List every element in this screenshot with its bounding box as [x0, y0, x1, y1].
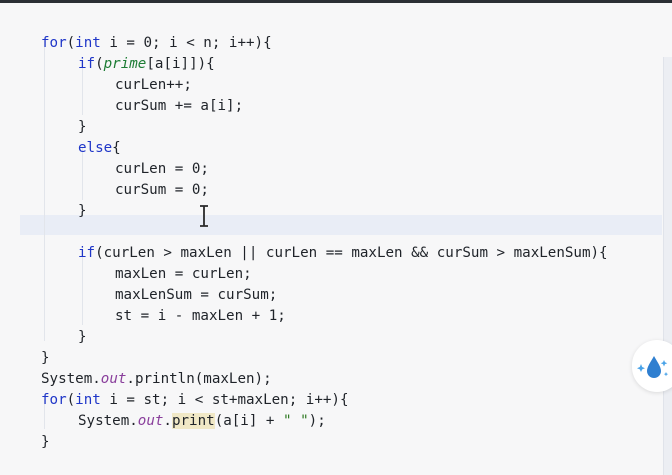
code-line[interactable]: curLen++;	[115, 75, 192, 96]
code-line[interactable]: }	[78, 117, 87, 138]
code-token: }	[41, 350, 50, 366]
code-line[interactable]: System.out.print(a[i] + " ");	[78, 411, 326, 432]
code-line[interactable]: curSum = 0;	[115, 180, 209, 201]
code-token: .	[163, 413, 172, 429]
code-token: (	[95, 56, 104, 72]
code-token: {	[112, 140, 121, 156]
code-token: curSum = 0;	[115, 182, 209, 198]
code-token: [a[i]]){	[146, 56, 215, 72]
code-token: i = st; i < st+maxLen; i++){	[100, 392, 349, 408]
code-token: .println(maxLen);	[126, 371, 272, 387]
code-token: if	[78, 56, 96, 72]
code-token: maxLenSum = curSum;	[115, 287, 278, 303]
code-token: System.	[78, 413, 138, 429]
code-token: curLen++;	[115, 77, 192, 93]
code-token: }	[78, 329, 87, 345]
water-drop-sparkle-icon	[637, 356, 669, 378]
code-line[interactable]: if(prime[a[i]]){	[78, 54, 215, 75]
code-token: print	[171, 413, 215, 429]
code-line[interactable]: else{	[78, 138, 121, 159]
code-line[interactable]: }	[78, 327, 87, 348]
code-token: maxLen = curLen;	[115, 266, 252, 282]
vertical-scrollbar[interactable]	[663, 57, 672, 475]
code-line[interactable]: System.out.println(maxLen);	[41, 369, 272, 390]
code-token: );	[308, 413, 326, 429]
code-editor[interactable]: for(int i = 0; i < n; i++){if(prime[a[i]…	[0, 3, 672, 475]
code-token: (	[66, 35, 76, 51]
indent-guide	[44, 41, 45, 341]
code-line[interactable]: for(int i = 0; i < n; i++){	[41, 33, 272, 54]
code-token: for	[41, 35, 67, 51]
code-token: i = 0; i < n; i++){	[100, 35, 272, 51]
code-token: (a[i] +	[214, 413, 284, 429]
code-token: (	[66, 392, 76, 408]
code-token: }	[78, 119, 87, 135]
code-token: int	[75, 392, 101, 408]
code-token: else	[78, 140, 113, 156]
code-token: out	[137, 413, 164, 429]
code-line[interactable]: }	[41, 432, 50, 453]
code-token: curLen = 0;	[115, 161, 209, 177]
code-token: }	[41, 434, 50, 450]
code-token: " "	[283, 413, 309, 429]
code-token: (curLen > maxLen || curLen == maxLen && …	[95, 245, 608, 261]
code-token: curSum += a[i];	[115, 98, 244, 114]
code-line[interactable]: maxLen = curLen;	[115, 264, 252, 285]
code-line[interactable]: if(curLen > maxLen || curLen == maxLen &…	[78, 243, 608, 264]
code-token: int	[75, 35, 101, 51]
code-line[interactable]: st = i - maxLen + 1;	[115, 306, 286, 327]
floating-action-button[interactable]	[632, 340, 672, 392]
code-line[interactable]: }	[41, 348, 50, 369]
code-token: System.	[41, 371, 101, 387]
code-line[interactable]: for(int i = st; i < st+maxLen; i++){	[41, 390, 349, 411]
code-token: st = i - maxLen + 1;	[115, 308, 286, 324]
code-line[interactable]: }	[78, 201, 87, 222]
code-line[interactable]: maxLenSum = curSum;	[115, 285, 277, 306]
current-line-highlight	[20, 215, 662, 235]
code-token: out	[100, 371, 127, 387]
code-token: prime	[103, 56, 147, 72]
code-line[interactable]: curLen = 0;	[115, 159, 209, 180]
code-token: for	[41, 392, 67, 408]
text-cursor-icon	[198, 205, 210, 227]
code-line[interactable]: curSum += a[i];	[115, 96, 243, 117]
code-token: if	[78, 245, 96, 261]
code-token: }	[78, 203, 87, 219]
